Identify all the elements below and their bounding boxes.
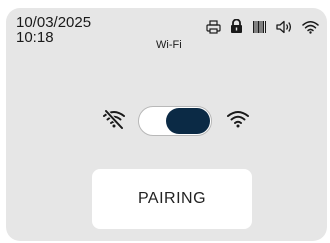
device-screen: 10/03/2025 10:18 Wi-Fi PAIRING [6,8,327,241]
lock-icon [230,19,243,34]
wifi-toggle-switch[interactable] [138,106,212,136]
toggle-knob [166,108,210,134]
date-text: 10/03/2025 [16,14,92,31]
wifi-toggle-row [102,106,250,136]
pairing-button[interactable]: PAIRING [92,169,252,229]
wifi-off-icon [102,108,126,134]
wifi-icon [302,20,319,34]
print-icon [206,19,221,34]
time-text: 10:18 [16,29,54,46]
barcode-icon [252,20,267,34]
wifi-on-icon [226,109,250,134]
screen-title: Wi-Fi [156,39,182,51]
datetime: 10/03/2025 10:18 [16,15,91,45]
speaker-icon [276,20,293,34]
status-icons [206,19,319,34]
pairing-button-label: PAIRING [137,190,207,207]
